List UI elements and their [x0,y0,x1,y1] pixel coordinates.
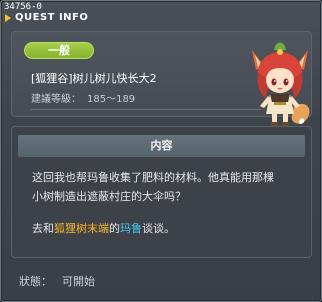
recommended-level: 建議等級： 185～189 [31,93,135,106]
quest-content-card: 内容 这回我也帮玛鲁收集了肥料的材料。他真能用那棵 小树制造出遮蔽村庄的大伞吗？… [11,126,312,258]
status-label: 狀態： [19,275,52,288]
quest-type-badge: 一般 [24,42,94,59]
quest-name: [狐狸谷]树儿树儿快长大2 [31,72,157,85]
objective-npc-link[interactable]: 玛鲁 [120,222,142,235]
content-section-title: 内容 [18,135,305,157]
quest-marker-icon [5,14,11,22]
quest-id: 34756-0 [4,2,42,12]
npc-portrait-icon [252,42,310,126]
objective-suffix: 谈谈。 [142,222,175,235]
header-divider [31,109,261,110]
quest-status: 狀態： 可開始 [19,275,95,289]
quest-description: 这回我也帮玛鲁收集了肥料的材料。他真能用那棵 小树制造出遮蔽村庄的大伞吗？ [32,168,308,206]
status-value: 可開始 [62,275,95,288]
quest-objective: 去和狐狸树末端的玛鲁谈谈。 [32,222,308,236]
quest-info-window: 34756-0 QUEST INFO 一般 [狐狸谷]树儿树儿快长大2 建議等級… [0,0,322,302]
objective-prefix: 去和 [32,222,54,235]
description-line: 小树制造出遮蔽村庄的大伞吗？ [32,190,186,203]
level-range: 185～189 [87,94,136,105]
quest-header-card: 一般 [狐狸谷]树儿树儿快长大2 建議等級： 185～189 [11,31,312,126]
objective-place-link[interactable]: 狐狸树末端 [54,222,109,235]
level-label: 建議等級： [31,94,81,105]
objective-middle: 的 [109,222,120,235]
window-title: QUEST INFO [15,12,89,23]
description-line: 这回我也帮玛鲁收集了肥料的材料。他真能用那棵 [32,171,274,184]
